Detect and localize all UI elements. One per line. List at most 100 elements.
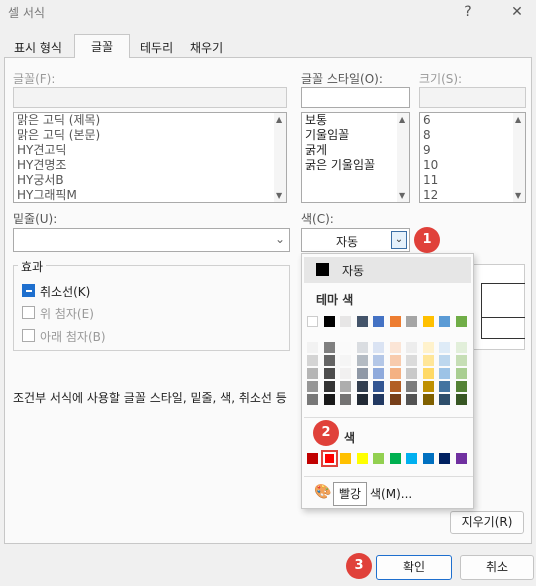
list-item[interactable]: 맑은 고딕 (제목) (14, 113, 286, 128)
theme-shade-swatch[interactable] (340, 342, 351, 353)
list-item[interactable]: 굵게 (302, 143, 409, 158)
theme-color-swatch[interactable] (389, 316, 401, 327)
tab-number-format[interactable]: 표시 형식 (6, 36, 70, 58)
theme-shade-swatch[interactable] (307, 368, 318, 379)
tab-border[interactable]: 테두리 (132, 36, 181, 58)
theme-shade-swatch[interactable] (340, 355, 351, 366)
subscript-checkbox[interactable] (22, 329, 35, 342)
theme-shade-swatch[interactable] (373, 342, 384, 353)
strikethrough-checkbox[interactable] (22, 284, 35, 297)
chevron-down-icon[interactable]: ⌄ (391, 231, 407, 249)
list-item[interactable]: 보통 (302, 113, 409, 128)
theme-shade-swatch[interactable] (389, 368, 401, 379)
theme-shade-swatch[interactable] (323, 381, 335, 392)
list-item[interactable]: 굵은 기울임꼴 (302, 158, 409, 173)
theme-shade-swatch[interactable] (340, 368, 351, 379)
list-item[interactable]: 기울임꼴 (302, 128, 409, 143)
standard-color-swatch[interactable] (439, 453, 450, 464)
color-combo[interactable]: 자동 ⌄ (301, 228, 410, 252)
style-scrollbar[interactable]: ▲ ▼ (397, 113, 409, 202)
theme-shade-swatch[interactable] (422, 381, 434, 392)
theme-shade-swatch[interactable] (389, 381, 401, 392)
tab-font[interactable]: 글꼴 (74, 34, 130, 58)
scroll-down-icon[interactable]: ▼ (399, 191, 405, 200)
scroll-up-icon[interactable]: ▲ (515, 115, 521, 124)
theme-shade-swatch[interactable] (323, 394, 335, 405)
help-button[interactable]: ? (457, 2, 479, 22)
theme-shade-swatch[interactable] (439, 394, 450, 405)
list-item[interactable]: 6 (420, 113, 525, 128)
style-list[interactable]: 보통 기울임꼴 굵게 굵은 기울임꼴 ▲ ▼ (301, 112, 410, 203)
font-list[interactable]: 맑은 고딕 (제목) 맑은 고딕 (본문) HY견고딕 HY견명조 HY궁서B … (13, 112, 287, 203)
scroll-down-icon[interactable]: ▼ (276, 191, 282, 200)
auto-color-option[interactable]: 자동 (304, 257, 471, 283)
size-list[interactable]: 6 8 9 10 11 12 ▲ ▼ (419, 112, 526, 203)
theme-shade-swatch[interactable] (406, 368, 417, 379)
theme-color-swatch[interactable] (323, 316, 335, 327)
theme-shade-swatch[interactable] (406, 355, 417, 366)
standard-color-swatch[interactable] (422, 453, 434, 464)
theme-shade-swatch[interactable] (439, 355, 450, 366)
theme-shade-swatch[interactable] (340, 381, 351, 392)
theme-shade-swatch[interactable] (307, 394, 318, 405)
list-item[interactable]: 맑은 고딕 (본문) (14, 128, 286, 143)
size-input[interactable] (419, 87, 526, 108)
scroll-down-icon[interactable]: ▼ (515, 191, 521, 200)
theme-shade-swatch[interactable] (406, 342, 417, 353)
list-item[interactable]: 12 (420, 188, 525, 202)
theme-shade-swatch[interactable] (307, 355, 318, 366)
cancel-button[interactable]: 취소 (460, 555, 534, 580)
standard-color-swatch[interactable] (373, 453, 384, 464)
theme-shade-swatch[interactable] (307, 381, 318, 392)
theme-shade-swatch[interactable] (356, 342, 368, 353)
underline-combo[interactable]: ⌄ (13, 228, 290, 252)
theme-shade-swatch[interactable] (422, 342, 434, 353)
list-item[interactable]: 8 (420, 128, 525, 143)
theme-shade-swatch[interactable] (422, 368, 434, 379)
more-colors-option[interactable]: 색(M)... (370, 485, 412, 502)
theme-shade-swatch[interactable] (356, 368, 368, 379)
list-item[interactable]: HY견명조 (14, 158, 286, 173)
theme-shade-swatch[interactable] (455, 355, 467, 366)
theme-shade-swatch[interactable] (356, 381, 368, 392)
theme-color-swatch[interactable] (422, 316, 434, 327)
theme-color-swatch[interactable] (455, 316, 467, 327)
clear-button[interactable]: 지우기(R) (450, 511, 524, 534)
theme-shade-swatch[interactable] (323, 368, 335, 379)
standard-color-swatch[interactable] (356, 453, 368, 464)
standard-color-swatch-selected[interactable] (320, 450, 338, 467)
theme-shade-swatch[interactable] (455, 381, 467, 392)
theme-color-swatch[interactable] (373, 316, 384, 327)
theme-shade-swatch[interactable] (356, 394, 368, 405)
theme-shade-swatch[interactable] (307, 342, 318, 353)
tab-fill[interactable]: 채우기 (182, 36, 231, 58)
theme-shade-swatch[interactable] (389, 394, 401, 405)
list-item[interactable]: HY그래픽M (14, 188, 286, 202)
theme-color-swatch[interactable] (439, 316, 450, 327)
theme-shade-swatch[interactable] (422, 355, 434, 366)
font-input[interactable] (13, 87, 287, 108)
standard-color-swatch[interactable] (406, 453, 417, 464)
list-item[interactable]: HY궁서B (14, 173, 286, 188)
ok-button[interactable]: 확인 (376, 555, 452, 580)
theme-shade-swatch[interactable] (340, 394, 351, 405)
theme-shade-swatch[interactable] (455, 394, 467, 405)
theme-shade-swatch[interactable] (439, 368, 450, 379)
theme-shade-swatch[interactable] (373, 355, 384, 366)
standard-color-swatch[interactable] (455, 453, 467, 464)
theme-shade-swatch[interactable] (439, 342, 450, 353)
theme-shade-swatch[interactable] (356, 355, 368, 366)
size-scrollbar[interactable]: ▲ ▼ (513, 113, 525, 202)
theme-shade-swatch[interactable] (406, 394, 417, 405)
list-item[interactable]: 9 (420, 143, 525, 158)
list-item[interactable]: 10 (420, 158, 525, 173)
theme-shade-swatch[interactable] (439, 381, 450, 392)
theme-shade-swatch[interactable] (422, 394, 434, 405)
close-button[interactable]: ✕ (506, 2, 528, 22)
theme-shade-swatch[interactable] (389, 342, 401, 353)
chevron-down-icon[interactable]: ⌄ (275, 232, 285, 246)
theme-shade-swatch[interactable] (373, 381, 384, 392)
theme-shade-swatch[interactable] (373, 394, 384, 405)
theme-shade-swatch[interactable] (323, 355, 335, 366)
style-input[interactable] (301, 87, 410, 108)
